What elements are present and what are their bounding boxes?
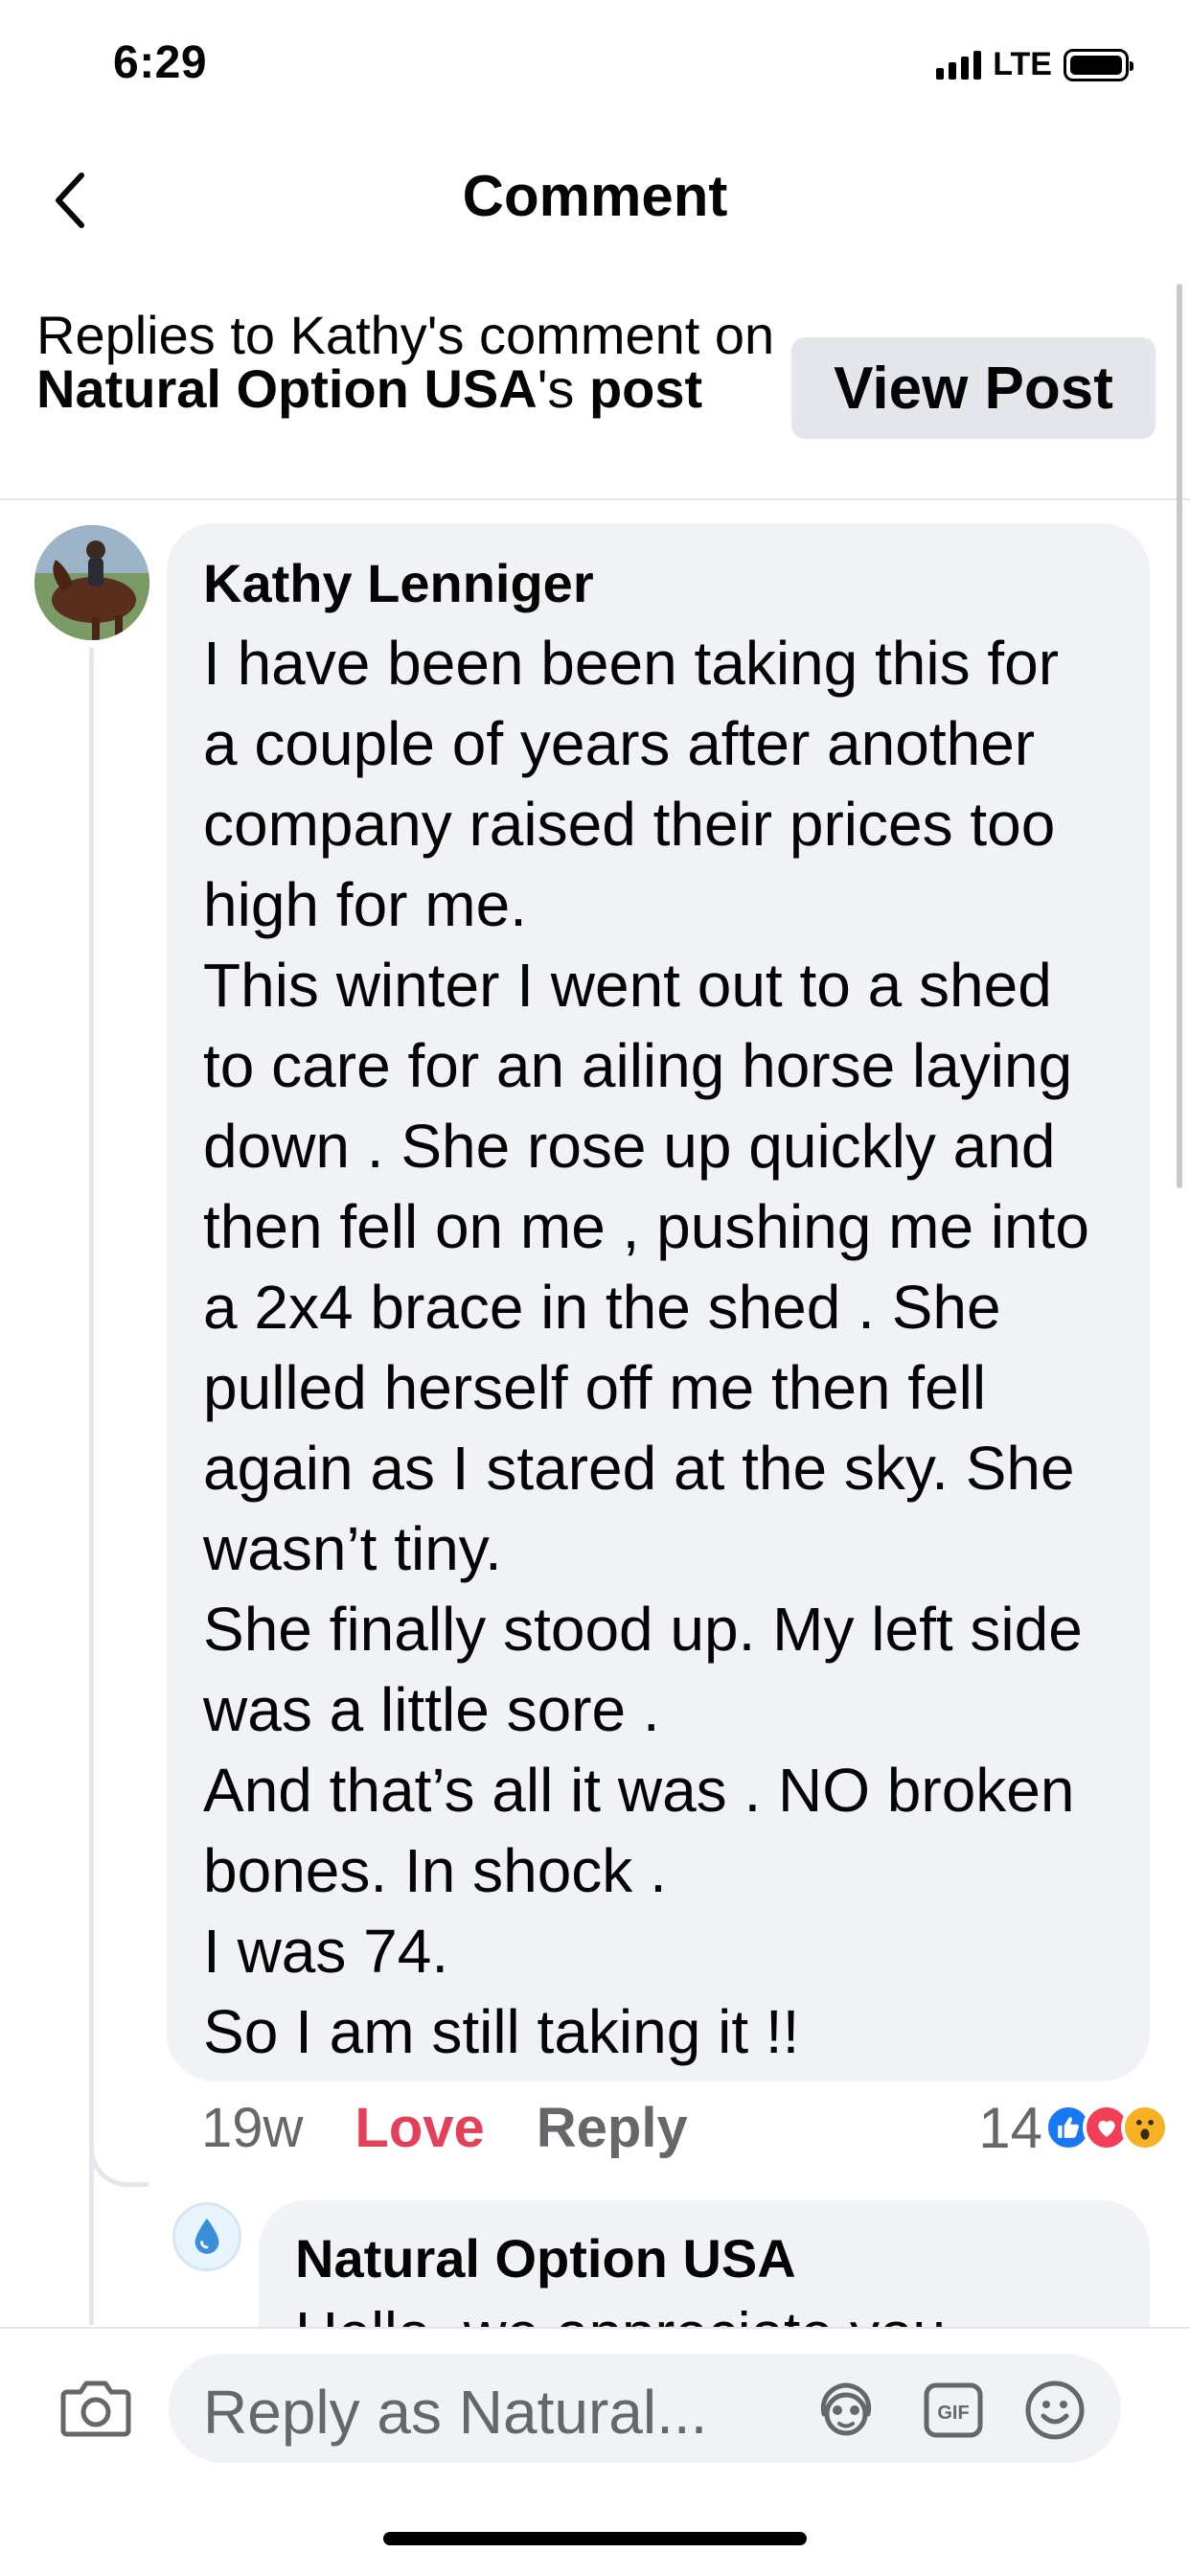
wow-icon <box>1121 2104 1169 2151</box>
comment-line: This winter I went out to a shed <box>203 951 1052 1020</box>
comment-line: bones. In shock . <box>203 1836 667 1905</box>
avatar[interactable] <box>34 525 149 640</box>
comment-bubble[interactable]: Kathy Lenniger I have been been taking t… <box>167 523 1150 2082</box>
battery-icon <box>1064 48 1133 81</box>
comment-line: So I am still taking it !! <box>203 1997 800 2066</box>
home-indicator[interactable] <box>383 2532 807 2545</box>
comment-line: high for me. <box>203 870 527 939</box>
page-title: Comment <box>462 164 728 228</box>
scrollbar[interactable] <box>1177 284 1182 1188</box>
comment-line: then fell on me , pushing me into <box>203 1192 1089 1261</box>
thread-line <box>89 648 94 2325</box>
comment-line: a couple of years after another <box>203 709 1036 778</box>
reply-author[interactable]: Natural Option USA <box>295 2227 796 2289</box>
gif-icon: GIF <box>924 2382 983 2438</box>
comment-line: down . She rose up quickly and <box>203 1112 1056 1181</box>
camera-icon <box>60 2380 131 2437</box>
network-type: LTE <box>993 46 1052 82</box>
comment-line: to care for an ailing horse laying <box>203 1031 1073 1100</box>
comment-line: I have been been taking this for <box>203 629 1060 698</box>
nav-bar: Comment <box>0 144 1190 259</box>
emoji-button[interactable] <box>1021 2380 1088 2440</box>
avatar-sticker-icon <box>820 2382 872 2436</box>
comment-line: She finally stood up. My left side <box>203 1595 1083 1664</box>
status-bar: 6:29 LTE <box>0 0 1190 134</box>
context-post-word[interactable]: post <box>589 358 702 419</box>
comment-line: And that’s all it was . NO broken <box>203 1756 1075 1825</box>
comment-line: was a little sore . <box>203 1675 660 1744</box>
reply-context-text: Replies to Kathy's comment on Natural Op… <box>36 309 784 416</box>
gif-button[interactable]: GIF <box>920 2380 987 2440</box>
reaction-summary[interactable]: 14 <box>978 2093 1169 2162</box>
view-post-button[interactable]: View Post <box>791 337 1156 439</box>
comment-line: company raised their prices too <box>203 790 1056 859</box>
divider <box>0 498 1190 500</box>
camera-button[interactable] <box>59 2377 132 2438</box>
comment-author[interactable]: Kathy Lenniger <box>203 552 594 614</box>
avatar-sticker-button[interactable] <box>812 2380 880 2440</box>
comment-line: again as I stared at the sky. She <box>203 1434 1075 1503</box>
comment-timestamp[interactable]: 19w <box>201 2096 303 2160</box>
comment-actions: 19w Love Reply <box>201 2089 688 2166</box>
water-drop-icon <box>195 2218 219 2254</box>
status-time: 6:29 <box>113 37 208 88</box>
svg-text:GIF: GIF <box>937 2403 969 2424</box>
reply-context: Replies to Kathy's comment on Natural Op… <box>0 305 1190 496</box>
reply-button[interactable]: Reply <box>537 2096 688 2160</box>
comment-line: a 2x4 brace in the shed . She <box>203 1273 1001 1342</box>
cellular-signal-icon <box>936 50 982 80</box>
reaction-count: 14 <box>978 2095 1042 2160</box>
comment-line: wasn’t tiny. <box>203 1514 502 1583</box>
love-reaction-button[interactable]: Love <box>355 2096 484 2160</box>
thread-connector <box>89 2128 149 2187</box>
reply-composer: Reply as Natural... GIF <box>0 2327 1190 2480</box>
comment-line: I was 74. <box>203 1917 449 1986</box>
context-prefix: Replies to Kathy's comment on <box>36 305 775 365</box>
reply-avatar[interactable] <box>172 2202 241 2271</box>
profile-photo-icon <box>34 525 149 640</box>
context-suffix: 's <box>537 358 589 419</box>
comment-text: I have been been taking this for a coupl… <box>203 623 1131 2072</box>
context-page-name[interactable]: Natural Option USA <box>36 358 538 419</box>
status-indicators: LTE <box>936 46 1133 83</box>
reply-input-placeholder[interactable]: Reply as Natural... <box>203 2377 707 2448</box>
emoji-icon <box>1025 2380 1085 2440</box>
comment-line: pulled herself off me then fell <box>203 1353 987 1422</box>
